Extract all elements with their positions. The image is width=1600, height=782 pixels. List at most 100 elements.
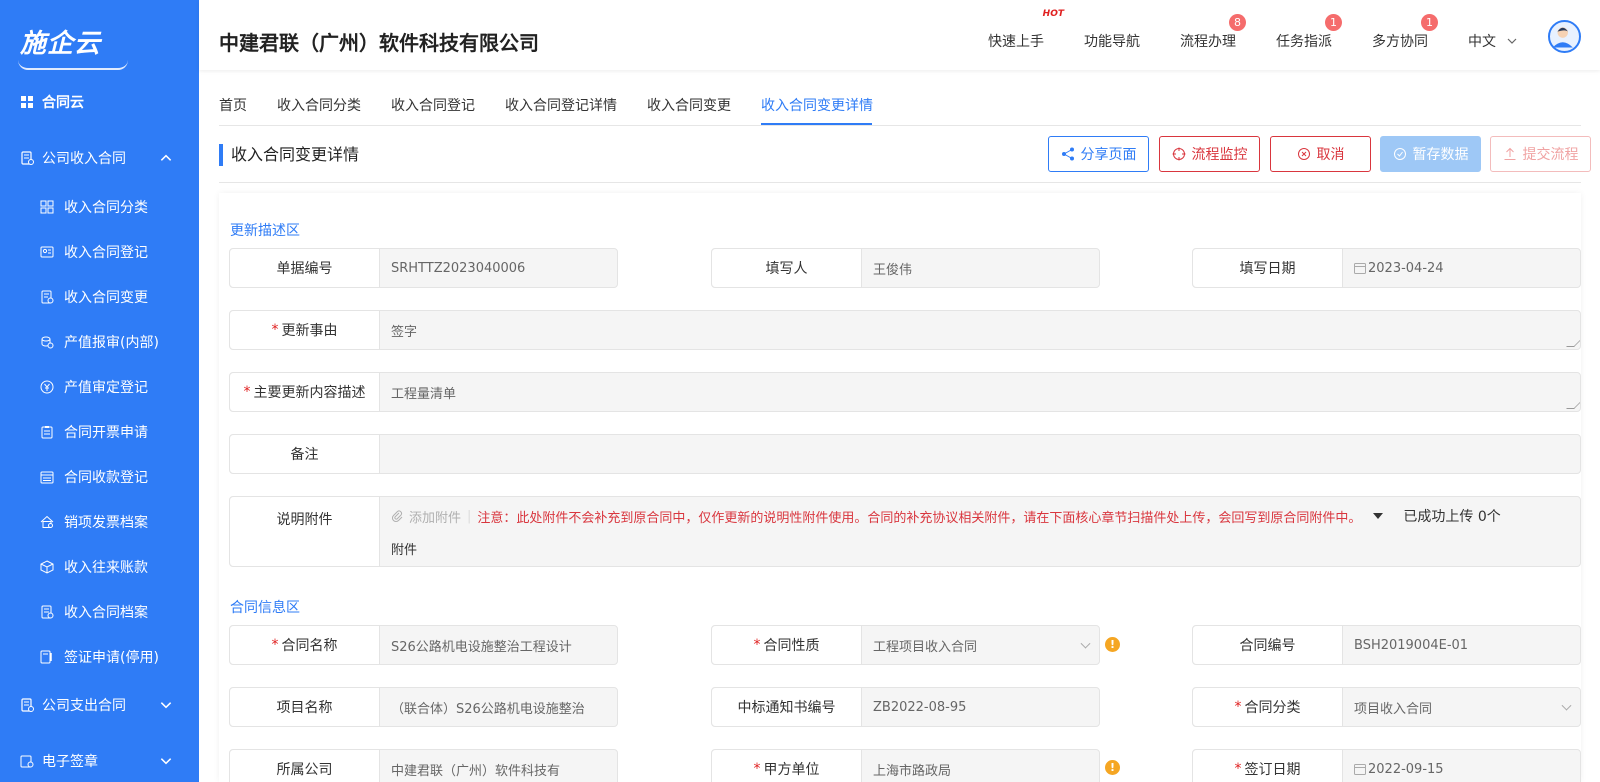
sidebar-item-label: 产值报审(内部) bbox=[64, 334, 159, 351]
header-nav-collab[interactable]: 多方协同 1 bbox=[1372, 14, 1438, 51]
sidebar-group-label: 公司支出合同 bbox=[42, 698, 126, 714]
content-textarea[interactable]: 工程量清单 bbox=[380, 373, 1580, 411]
sidebar-item-output-approve[interactable]: 产值审定登记 bbox=[0, 364, 199, 409]
add-attachment-button[interactable]: 添加附件 bbox=[391, 507, 461, 526]
tab-home[interactable]: 首页 bbox=[219, 95, 247, 115]
calendar-list-icon bbox=[40, 470, 54, 484]
tab-income-change[interactable]: 收入合同变更 bbox=[647, 95, 731, 115]
project-name-field: 项目名称 （联合体）S26公路机电设施整治 bbox=[229, 687, 618, 727]
sign-date-value[interactable]: 2022-09-15 bbox=[1343, 750, 1580, 782]
sidebar-item-label: 收入合同登记 bbox=[64, 244, 148, 261]
party-a-field: * 甲方单位 上海市路政局 bbox=[711, 749, 1100, 782]
calendar-icon bbox=[1354, 764, 1366, 775]
sidebar-group-esign[interactable]: 电子签章 bbox=[0, 735, 199, 782]
remark-input[interactable] bbox=[380, 435, 1580, 473]
chevron-up-icon bbox=[159, 151, 173, 165]
contract-nature-select[interactable]: 工程项目收入合同 bbox=[862, 626, 1099, 664]
save-draft-button[interactable]: 暂存数据 bbox=[1380, 136, 1481, 172]
sidebar-item-invoice-apply[interactable]: 合同开票申请 bbox=[0, 409, 199, 454]
company-field: 所属公司 中建君联（广州）软件科技有 bbox=[229, 749, 618, 782]
content-field: * 主要更新内容描述 工程量清单 bbox=[229, 372, 1581, 412]
sidebar-item-output-invoice[interactable]: 销项发票档案 bbox=[0, 499, 199, 544]
avatar[interactable] bbox=[1548, 20, 1581, 53]
caret-down-icon[interactable] bbox=[1373, 513, 1384, 519]
id-card-icon bbox=[40, 245, 54, 259]
fill-date-value: 2023-04-24 bbox=[1343, 249, 1580, 287]
header-nav-tasks[interactable]: 任务指派 1 bbox=[1276, 14, 1342, 51]
party-a-value[interactable]: 上海市路政局 bbox=[862, 750, 1099, 782]
header-nav-function[interactable]: 功能导航 bbox=[1084, 31, 1140, 51]
house-icon bbox=[40, 515, 54, 529]
contract-name-input[interactable]: S26公路机电设施整治工程设计 bbox=[380, 626, 617, 664]
language-select[interactable]: 中文 bbox=[1468, 31, 1518, 51]
header-nav-quickstart[interactable]: 快速上手 HOT bbox=[988, 9, 1064, 51]
attachment-field: 说明附件 添加附件 | 注意：此处附件不会补充到原合同中，仅作更新的说明性附件使… bbox=[229, 496, 1581, 567]
reason-textarea[interactable]: 签字 bbox=[380, 311, 1580, 349]
warning-icon[interactable]: ! bbox=[1105, 637, 1120, 652]
sidebar-item-label: 收入往来账款 bbox=[64, 559, 148, 576]
share-icon bbox=[1061, 147, 1074, 161]
doc-no-value: SRHTTZ2023040006 bbox=[391, 260, 526, 276]
sidebar-item-output-report[interactable]: 产值报审(内部) bbox=[0, 319, 199, 364]
doc-no-field: 单据编号 SRHTTZ2023040006 bbox=[229, 248, 618, 288]
header-nav-workflow[interactable]: 流程办理 8 bbox=[1180, 14, 1246, 51]
check-circle-icon bbox=[1393, 148, 1406, 160]
upload-icon bbox=[1504, 147, 1515, 160]
tab-income-change-detail[interactable]: 收入合同变更详情 bbox=[761, 95, 873, 115]
attachment-note: 注意：此处附件不会补充到原合同中，仅作更新的说明性附件使用。合同的补充协议相关附… bbox=[477, 510, 1362, 526]
bid-notice-value: ZB2022-08-95 bbox=[873, 699, 967, 715]
cancel-button[interactable]: 取消 bbox=[1270, 136, 1371, 172]
sidebar-item-visa-apply[interactable]: 签证申请(停用) bbox=[0, 634, 199, 679]
sidebar-item-label: 签证申请(停用) bbox=[64, 649, 159, 666]
sidebar-item-label: 合同开票申请 bbox=[64, 424, 148, 441]
cube-icon bbox=[40, 559, 54, 574]
sign-doc-icon bbox=[40, 650, 54, 664]
logo[interactable]: 施企云 bbox=[0, 0, 199, 82]
resize-handle[interactable] bbox=[1566, 339, 1580, 347]
sidebar-item-contract-cloud[interactable]: 合同云 bbox=[0, 82, 199, 122]
chevron-down-icon bbox=[1080, 638, 1091, 649]
warning-icon[interactable]: ! bbox=[1105, 760, 1120, 775]
coins-icon bbox=[40, 335, 54, 349]
share-button[interactable]: 分享页面 bbox=[1048, 136, 1149, 172]
page-toolbar: 收入合同变更详情 分享页面 流程监控 取消 暂存数据 提交流程 bbox=[219, 127, 1591, 183]
chevron-down-icon bbox=[1561, 700, 1572, 711]
sidebar-item-label: 销项发票档案 bbox=[64, 514, 148, 531]
sidebar-group-expense[interactable]: 公司支出合同 bbox=[0, 679, 199, 731]
chevron-down-icon bbox=[159, 698, 173, 712]
sidebar-item-income-change[interactable]: 收入合同变更 bbox=[0, 274, 199, 319]
company-value: 中建君联（广州）软件科技有 bbox=[391, 763, 561, 779]
remark-field: 备注 bbox=[229, 434, 1581, 474]
submit-flow-button[interactable]: 提交流程 bbox=[1490, 136, 1591, 172]
hot-badge: HOT bbox=[1042, 9, 1064, 19]
monitor-button[interactable]: 流程监控 bbox=[1159, 136, 1260, 172]
contract-class-select[interactable]: 项目收入合同 bbox=[1343, 688, 1580, 726]
filler-field: 填写人 王俊伟 bbox=[711, 248, 1100, 288]
sidebar-item-income-archive[interactable]: 收入合同档案 bbox=[0, 589, 199, 634]
close-circle-icon bbox=[1297, 148, 1310, 160]
chevron-down-icon bbox=[159, 754, 173, 768]
count-badge: 8 bbox=[1229, 14, 1246, 31]
contract-no-value: BSH2019004E-01 bbox=[1354, 637, 1469, 653]
sidebar-item-income-class[interactable]: 收入合同分类 bbox=[0, 184, 199, 229]
contract-nature-field: * 合同性质 工程项目收入合同 bbox=[711, 625, 1100, 665]
attachment-count: 已成功上传 0个 bbox=[1403, 509, 1501, 525]
count-badge: 1 bbox=[1421, 14, 1438, 31]
sidebar-group-income[interactable]: 公司收入合同 bbox=[0, 132, 199, 184]
sidebar-group-label: 公司收入合同 bbox=[42, 151, 126, 167]
chevron-down-icon bbox=[1507, 38, 1517, 44]
sidebar-item-receipt-register[interactable]: 合同收款登记 bbox=[0, 454, 199, 499]
logo-text: 施企云 bbox=[20, 28, 102, 59]
sidebar-item-income-accounts[interactable]: 收入往来账款 bbox=[0, 544, 199, 589]
calendar-icon bbox=[1354, 263, 1366, 274]
tab-income-register-detail[interactable]: 收入合同登记详情 bbox=[505, 95, 617, 115]
document-icon bbox=[20, 151, 34, 165]
sidebar-item-income-register[interactable]: 收入合同登记 bbox=[0, 229, 199, 274]
filler-value: 王俊伟 bbox=[873, 262, 913, 278]
resize-handle[interactable] bbox=[1566, 401, 1580, 409]
tab-income-register[interactable]: 收入合同登记 bbox=[391, 95, 475, 115]
sidebar-item-label: 合同云 bbox=[42, 95, 84, 111]
sidebar-item-label: 收入合同档案 bbox=[64, 604, 148, 621]
bid-notice-field: 中标通知书编号 ZB2022-08-95 bbox=[711, 687, 1100, 727]
tab-income-class[interactable]: 收入合同分类 bbox=[277, 95, 361, 115]
